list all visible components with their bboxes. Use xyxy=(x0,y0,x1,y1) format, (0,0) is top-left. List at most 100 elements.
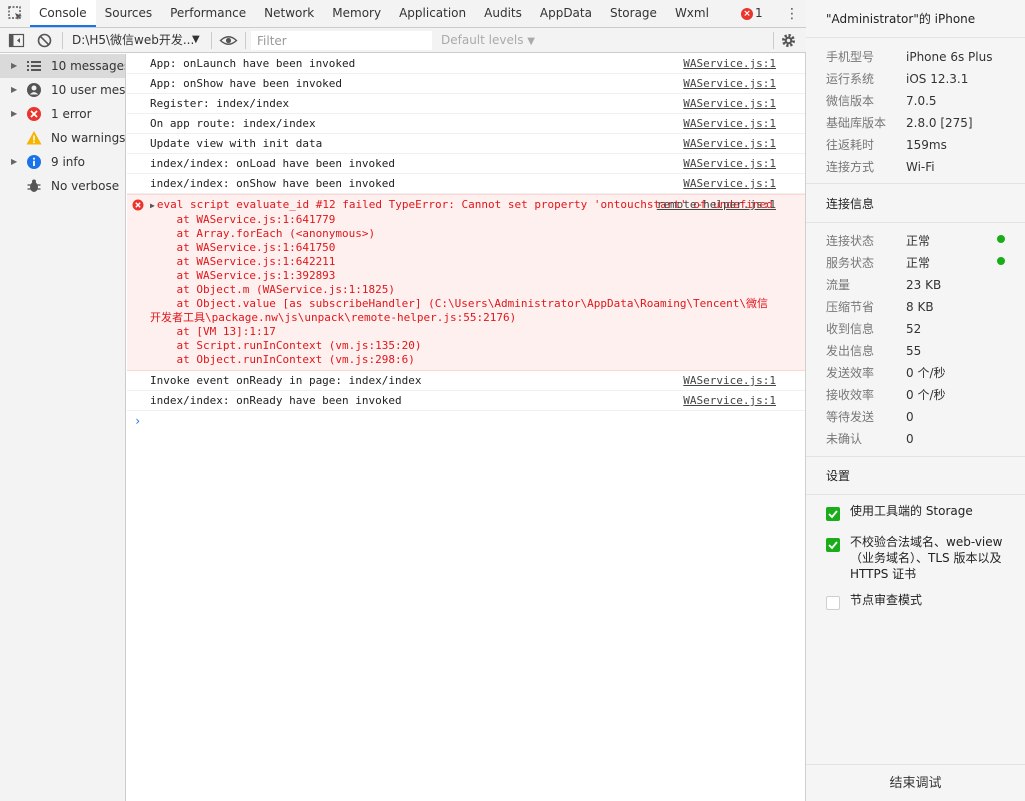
tab-application[interactable]: Application xyxy=(390,0,475,27)
warning-icon xyxy=(26,131,42,145)
status-ok-dot-icon xyxy=(997,235,1005,243)
connection-section-title: 连接信息 xyxy=(826,197,875,211)
tab-wxml[interactable]: Wxml xyxy=(666,0,718,27)
more-options-icon[interactable]: ⋮ xyxy=(785,5,799,23)
skip-domain-check-checkbox[interactable] xyxy=(826,538,840,552)
source-link[interactable]: WAService.js:1 xyxy=(683,374,776,388)
tab-performance[interactable]: Performance xyxy=(161,0,255,27)
log-levels-label: Default levels xyxy=(441,33,524,47)
device-key: 往返耗时 xyxy=(826,138,875,152)
source-link[interactable]: remote-helper.js:1 xyxy=(657,198,776,212)
live-expression-eye-icon[interactable] xyxy=(219,32,238,49)
device-row: 连接方式 Wi-Fi xyxy=(826,158,935,175)
user-icon xyxy=(27,83,41,97)
source-link[interactable]: WAService.js:1 xyxy=(683,177,776,191)
conn-key: 连接状态 xyxy=(826,234,875,248)
source-link[interactable]: WAService.js:1 xyxy=(683,157,776,171)
error-badge-icon: × xyxy=(741,7,753,20)
device-row: 手机型号 iPhone 6s Plus xyxy=(826,48,992,65)
node-inspect-checkbox[interactable] xyxy=(826,596,840,610)
console-prompt[interactable]: › xyxy=(127,411,805,431)
prompt-chevron-icon: › xyxy=(134,414,142,428)
connection-row: 等待发送 0 xyxy=(826,408,914,425)
tab-network[interactable]: Network xyxy=(255,0,323,27)
sidebar-item-info[interactable]: ▶ 9 info xyxy=(0,150,125,174)
expand-arrow-icon: ▶ xyxy=(11,157,18,166)
end-debug-button[interactable]: 结束调试 xyxy=(806,764,1025,801)
clear-console-icon[interactable] xyxy=(36,32,53,49)
conn-value: 0 个/秒 xyxy=(906,366,946,380)
device-key: 连接方式 xyxy=(826,160,875,174)
settings-gear-icon[interactable] xyxy=(780,32,797,49)
tab-audits[interactable]: Audits xyxy=(475,0,531,27)
filter-input[interactable] xyxy=(251,31,432,50)
context-selector[interactable]: D:\H5\微信web开发... xyxy=(72,32,194,49)
sidebar-item-label: 10 user mes... xyxy=(51,83,125,97)
sidebar-item-label: 1 error xyxy=(51,107,92,121)
device-value: 159ms xyxy=(906,138,947,152)
error-counter[interactable]: × 1 xyxy=(741,0,763,27)
stack-frame: at WAService.js:1:641750 xyxy=(150,241,336,254)
sidebar-item-messages[interactable]: ▶ 10 messages xyxy=(0,54,125,78)
conn-value: 8 KB xyxy=(906,300,934,314)
chevron-down-icon[interactable]: ▼ xyxy=(192,34,200,45)
panel-divider xyxy=(806,222,1025,223)
toggle-sidebar-icon[interactable] xyxy=(8,32,25,49)
toolbar-divider xyxy=(62,32,63,49)
tab-sources[interactable]: Sources xyxy=(96,0,161,27)
tab-storage[interactable]: Storage xyxy=(601,0,666,27)
device-key: 手机型号 xyxy=(826,50,875,64)
source-link[interactable]: WAService.js:1 xyxy=(683,117,776,131)
tab-console[interactable]: Console xyxy=(30,0,96,27)
conn-key: 服务状态 xyxy=(826,256,875,270)
source-link[interactable]: WAService.js:1 xyxy=(683,77,776,91)
remote-debug-panel: "Administrator"的 iPhone 手机型号 iPhone 6s Pl… xyxy=(806,0,1025,801)
source-link[interactable]: WAService.js:1 xyxy=(683,137,776,151)
conn-key: 发出信息 xyxy=(826,344,875,358)
devtools-window: Console Sources Performance Network Memo… xyxy=(0,0,806,801)
conn-value: 23 KB xyxy=(906,278,942,292)
stack-frame: at Object.runInContext (vm.js:298:6) xyxy=(150,353,415,366)
skip-domain-check-label[interactable]: 不校验合法域名、web-view（业务域名）、TLS 版本以及 HTTPS 证书 xyxy=(850,534,1010,582)
console-message: Register: index/index WAService.js:1 xyxy=(127,94,805,114)
connection-row: 流量 23 KB xyxy=(826,276,941,293)
panel-divider xyxy=(806,183,1025,184)
storage-checkbox[interactable] xyxy=(826,507,840,521)
node-inspect-label[interactable]: 节点审查模式 xyxy=(850,592,1010,608)
checkmark-icon xyxy=(828,510,838,519)
stack-frame: at WAService.js:1:642211 xyxy=(150,255,336,268)
console-sidebar: ▶ 10 messages ▶ 10 user mes... ▶ xyxy=(0,54,126,801)
source-link[interactable]: WAService.js:1 xyxy=(683,57,776,71)
expand-arrow-icon: ▶ xyxy=(11,85,18,94)
storage-checkbox-label[interactable]: 使用工具端的 Storage xyxy=(850,503,1010,519)
console-message: Invoke event onReady in page: index/inde… xyxy=(127,371,805,391)
tab-memory[interactable]: Memory xyxy=(323,0,390,27)
console-error-message[interactable]: ▶ eval script evaluate_id #12 failed Type… xyxy=(127,194,805,371)
sidebar-item-warnings[interactable]: No warnings xyxy=(0,126,125,150)
connection-row: 收到信息 52 xyxy=(826,320,921,337)
conn-value: 正常 xyxy=(906,234,931,248)
error-count: 1 xyxy=(755,6,763,20)
checkmark-icon xyxy=(828,541,838,550)
device-title: "Administrator"的 iPhone xyxy=(826,12,976,26)
connection-row: 未确认 0 xyxy=(826,430,914,447)
inspect-element-icon[interactable] xyxy=(7,5,25,23)
device-row: 往返耗时 159ms xyxy=(826,136,947,153)
expand-arrow-icon: ▶ xyxy=(11,61,18,70)
conn-value: 55 xyxy=(906,344,922,358)
expand-arrow-icon[interactable]: ▶ xyxy=(150,201,155,210)
stack-frame: at Script.runInContext (vm.js:135:20) xyxy=(150,339,422,352)
console-message: index/index: onShow have been invoked WA… xyxy=(127,174,805,194)
source-link[interactable]: WAService.js:1 xyxy=(683,394,776,408)
conn-key: 接收效率 xyxy=(826,388,875,402)
source-link[interactable]: WAService.js:1 xyxy=(683,97,776,111)
device-value: 2.8.0 [275] xyxy=(906,116,973,130)
tab-appdata[interactable]: AppData xyxy=(531,0,601,27)
sidebar-item-user-messages[interactable]: ▶ 10 user mes... xyxy=(0,78,125,102)
log-levels-dropdown[interactable]: Default levels ▼ xyxy=(441,32,535,49)
sidebar-item-verbose[interactable]: No verbose xyxy=(0,174,125,198)
console-toolbar: D:\H5\微信web开发... ▼ Default levels ▼ xyxy=(0,28,806,53)
conn-key: 发送效率 xyxy=(826,366,875,380)
panel-divider xyxy=(806,37,1025,38)
sidebar-item-errors[interactable]: ▶ 1 error xyxy=(0,102,125,126)
